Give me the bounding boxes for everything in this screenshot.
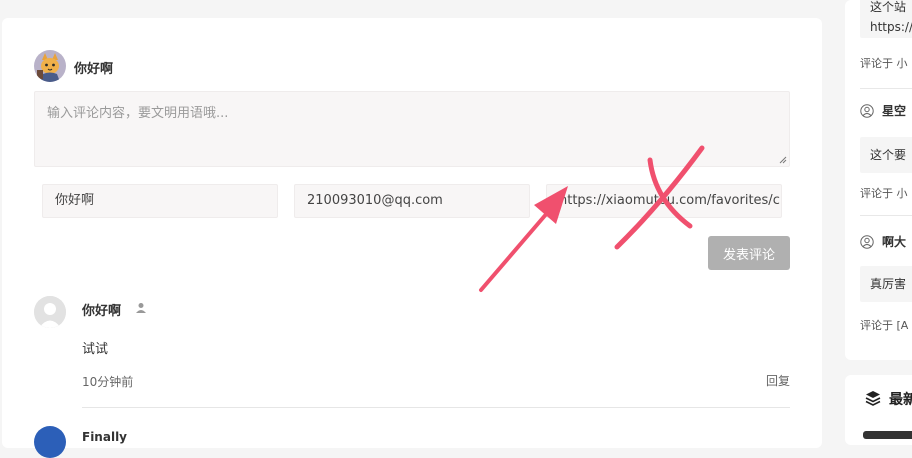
widget-title-text: 最新 — [889, 392, 912, 408]
comment-avatar — [34, 296, 66, 328]
widget-title: 最新 — [865, 389, 912, 409]
recent-comment-text: 这个要 — [870, 148, 907, 162]
comment-author: Finally — [82, 430, 127, 444]
recent-comment-meta[interactable]: 评论于 小 — [860, 185, 908, 201]
user-badge-icon — [136, 303, 146, 313]
recent-comment-bubble[interactable]: 这个要 — [860, 137, 912, 173]
comment-divider — [82, 407, 790, 408]
divider — [860, 215, 912, 216]
divider — [860, 88, 912, 89]
avatar-image — [34, 50, 66, 82]
recent-comment-author: 啊大 — [860, 233, 906, 250]
recent-comment-author: 星空 — [860, 102, 906, 119]
user-circle-icon — [860, 104, 874, 118]
layers-icon — [865, 391, 881, 406]
email-field[interactable]: 210093010@qq.com — [294, 184, 530, 218]
recent-comment-bubble[interactable]: 真厉害 — [860, 266, 912, 302]
name-field[interactable]: 你好啊 — [42, 184, 278, 218]
recent-comment-text: 真厉害 — [870, 277, 907, 291]
current-user-avatar — [34, 50, 66, 82]
submit-comment-button[interactable]: 发表评论 — [708, 236, 790, 270]
recent-comment-text: https:// — [870, 20, 912, 34]
widget-thumbnail[interactable] — [863, 431, 912, 439]
recent-comment-bubble[interactable]: 这个站 https:// — [860, 0, 912, 38]
recent-comments-widget: 这个站 https:// 评论于 小 星空 这个要 评论于 小 啊大 真厉害 评… — [845, 0, 912, 360]
recent-comment-text: 这个站 — [870, 0, 907, 14]
reply-link[interactable]: 回复 — [766, 372, 790, 389]
recent-comment-author-name: 啊大 — [882, 235, 907, 249]
comment-avatar — [34, 426, 66, 458]
comment-text: 试试 — [82, 342, 109, 357]
recent-comment-meta[interactable]: 评论于 [A — [860, 317, 908, 333]
recent-comment-meta[interactable]: 评论于 小 — [860, 55, 908, 71]
current-user-name: 你好啊 — [74, 62, 114, 77]
comment-textarea-wrapper — [34, 91, 790, 167]
comment-time: 10分钟前 — [82, 375, 134, 389]
user-circle-icon — [860, 235, 874, 249]
recent-comment-author-name: 星空 — [882, 104, 907, 118]
website-field[interactable]: https://xiaomutou.com/favorites/c — [546, 184, 782, 218]
comment-author: 你好啊 — [82, 304, 122, 319]
comment-input[interactable] — [35, 92, 789, 166]
default-avatar-icon — [34, 296, 66, 328]
resize-grip-icon[interactable] — [779, 156, 787, 164]
